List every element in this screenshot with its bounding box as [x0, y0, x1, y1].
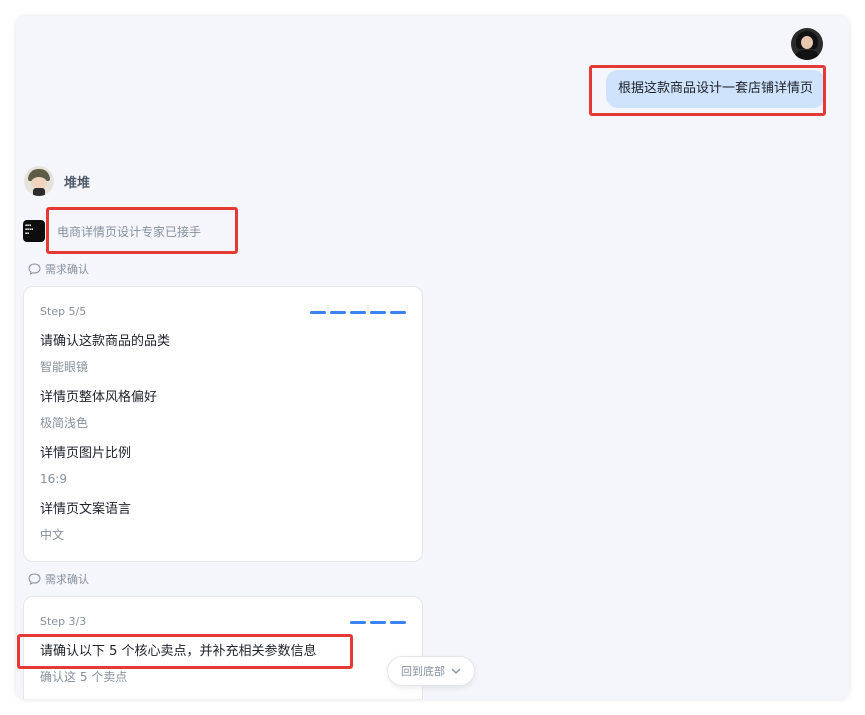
chat-bubble-icon	[28, 263, 41, 275]
bot-avatar-icon[interactable]	[24, 166, 54, 196]
requirement-card: Step 5/5 请确认这款商品的品类 智能眼镜 详情页整体风格偏好 极简浅色 …	[23, 286, 423, 562]
question-item: 详情页文案语言 中文	[40, 502, 132, 542]
agent-handoff-row: ▪▪▪ ▪▪▪▪ ▪▪ 电商详情页设计专家已接手	[23, 220, 201, 242]
user-message-bubble: 根据这款商品设计一套店铺详情页	[605, 70, 825, 108]
step-indicator: Step 5/5	[40, 305, 87, 318]
agent-logo-icon: ▪▪▪ ▪▪▪▪ ▪▪	[23, 220, 45, 242]
step-indicator: Step 3/3	[40, 615, 87, 628]
question-item: 详情页图片比例 16:9	[40, 446, 132, 486]
section-label: 需求确认	[28, 261, 89, 277]
agent-status-text: 电商详情页设计专家已接手	[57, 224, 202, 239]
requirement-card: Step 3/3 请确认以下 5 个核心卖点，并补充相关参数信息 确认这 5 个…	[23, 596, 423, 699]
chat-bubble-icon	[28, 573, 41, 585]
section-label: 需求确认	[28, 571, 89, 587]
scroll-to-bottom-button[interactable]: 回到底部	[387, 656, 475, 686]
step-progress	[350, 621, 406, 624]
chat-panel: 根据这款商品设计一套店铺详情页 堆堆 ▪▪▪ ▪▪▪▪ ▪▪ 电商详情页设计专家已接…	[16, 16, 849, 699]
bot-header: 堆堆	[24, 166, 90, 196]
question-item: 详情页整体风格偏好 极简浅色	[40, 390, 158, 430]
question-item: 请确认以下 5 个核心卖点，并补充相关参数信息 确认这 5 个卖点	[40, 644, 317, 684]
chevron-down-icon	[451, 668, 461, 674]
user-avatar-icon[interactable]	[791, 28, 823, 60]
bot-name: 堆堆	[64, 175, 91, 191]
step-progress	[310, 311, 406, 314]
question-item: 请确认这款商品的品类 智能眼镜	[40, 334, 171, 374]
